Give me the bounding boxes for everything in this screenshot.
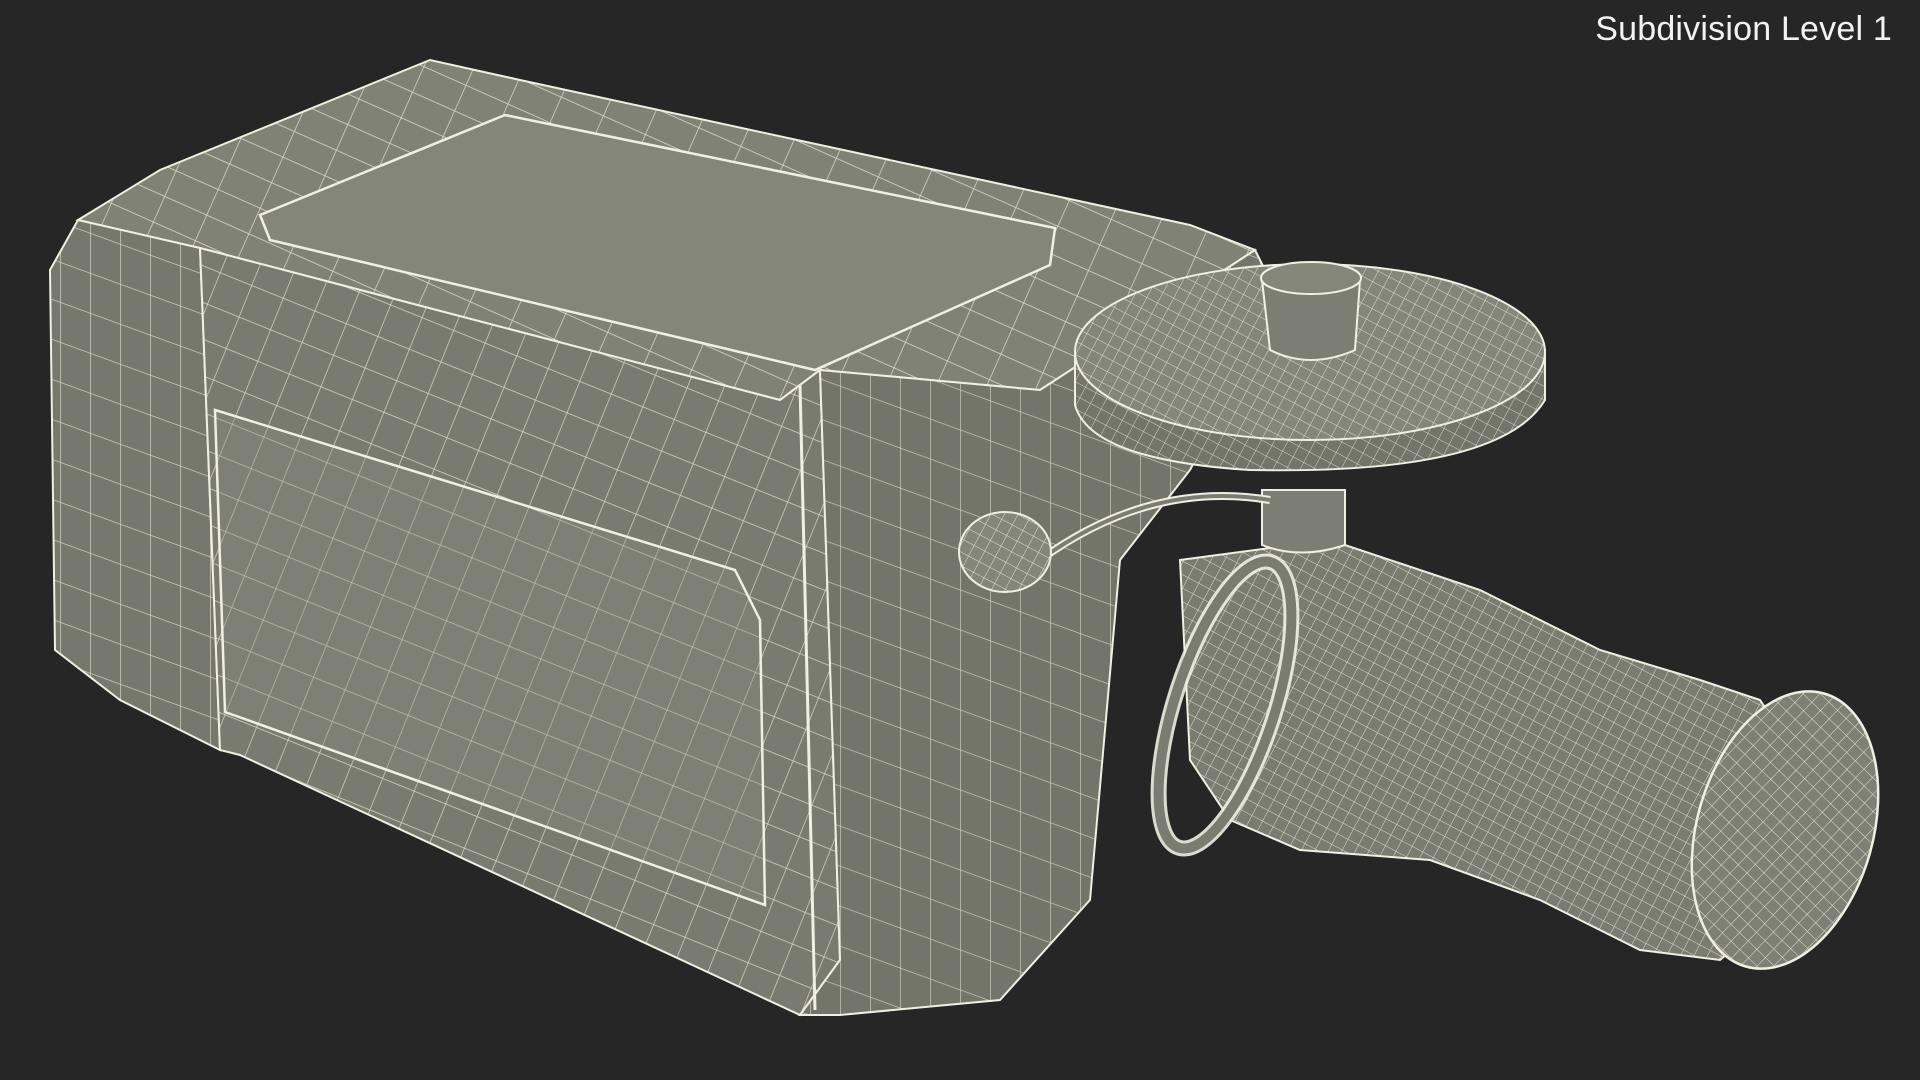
- wireframe-model: [48, 58, 1880, 1017]
- camera-body: [48, 58, 1282, 1017]
- 3d-viewport[interactable]: Subdivision Level 1: [0, 0, 1920, 1080]
- lens-barrel: [1150, 538, 1880, 970]
